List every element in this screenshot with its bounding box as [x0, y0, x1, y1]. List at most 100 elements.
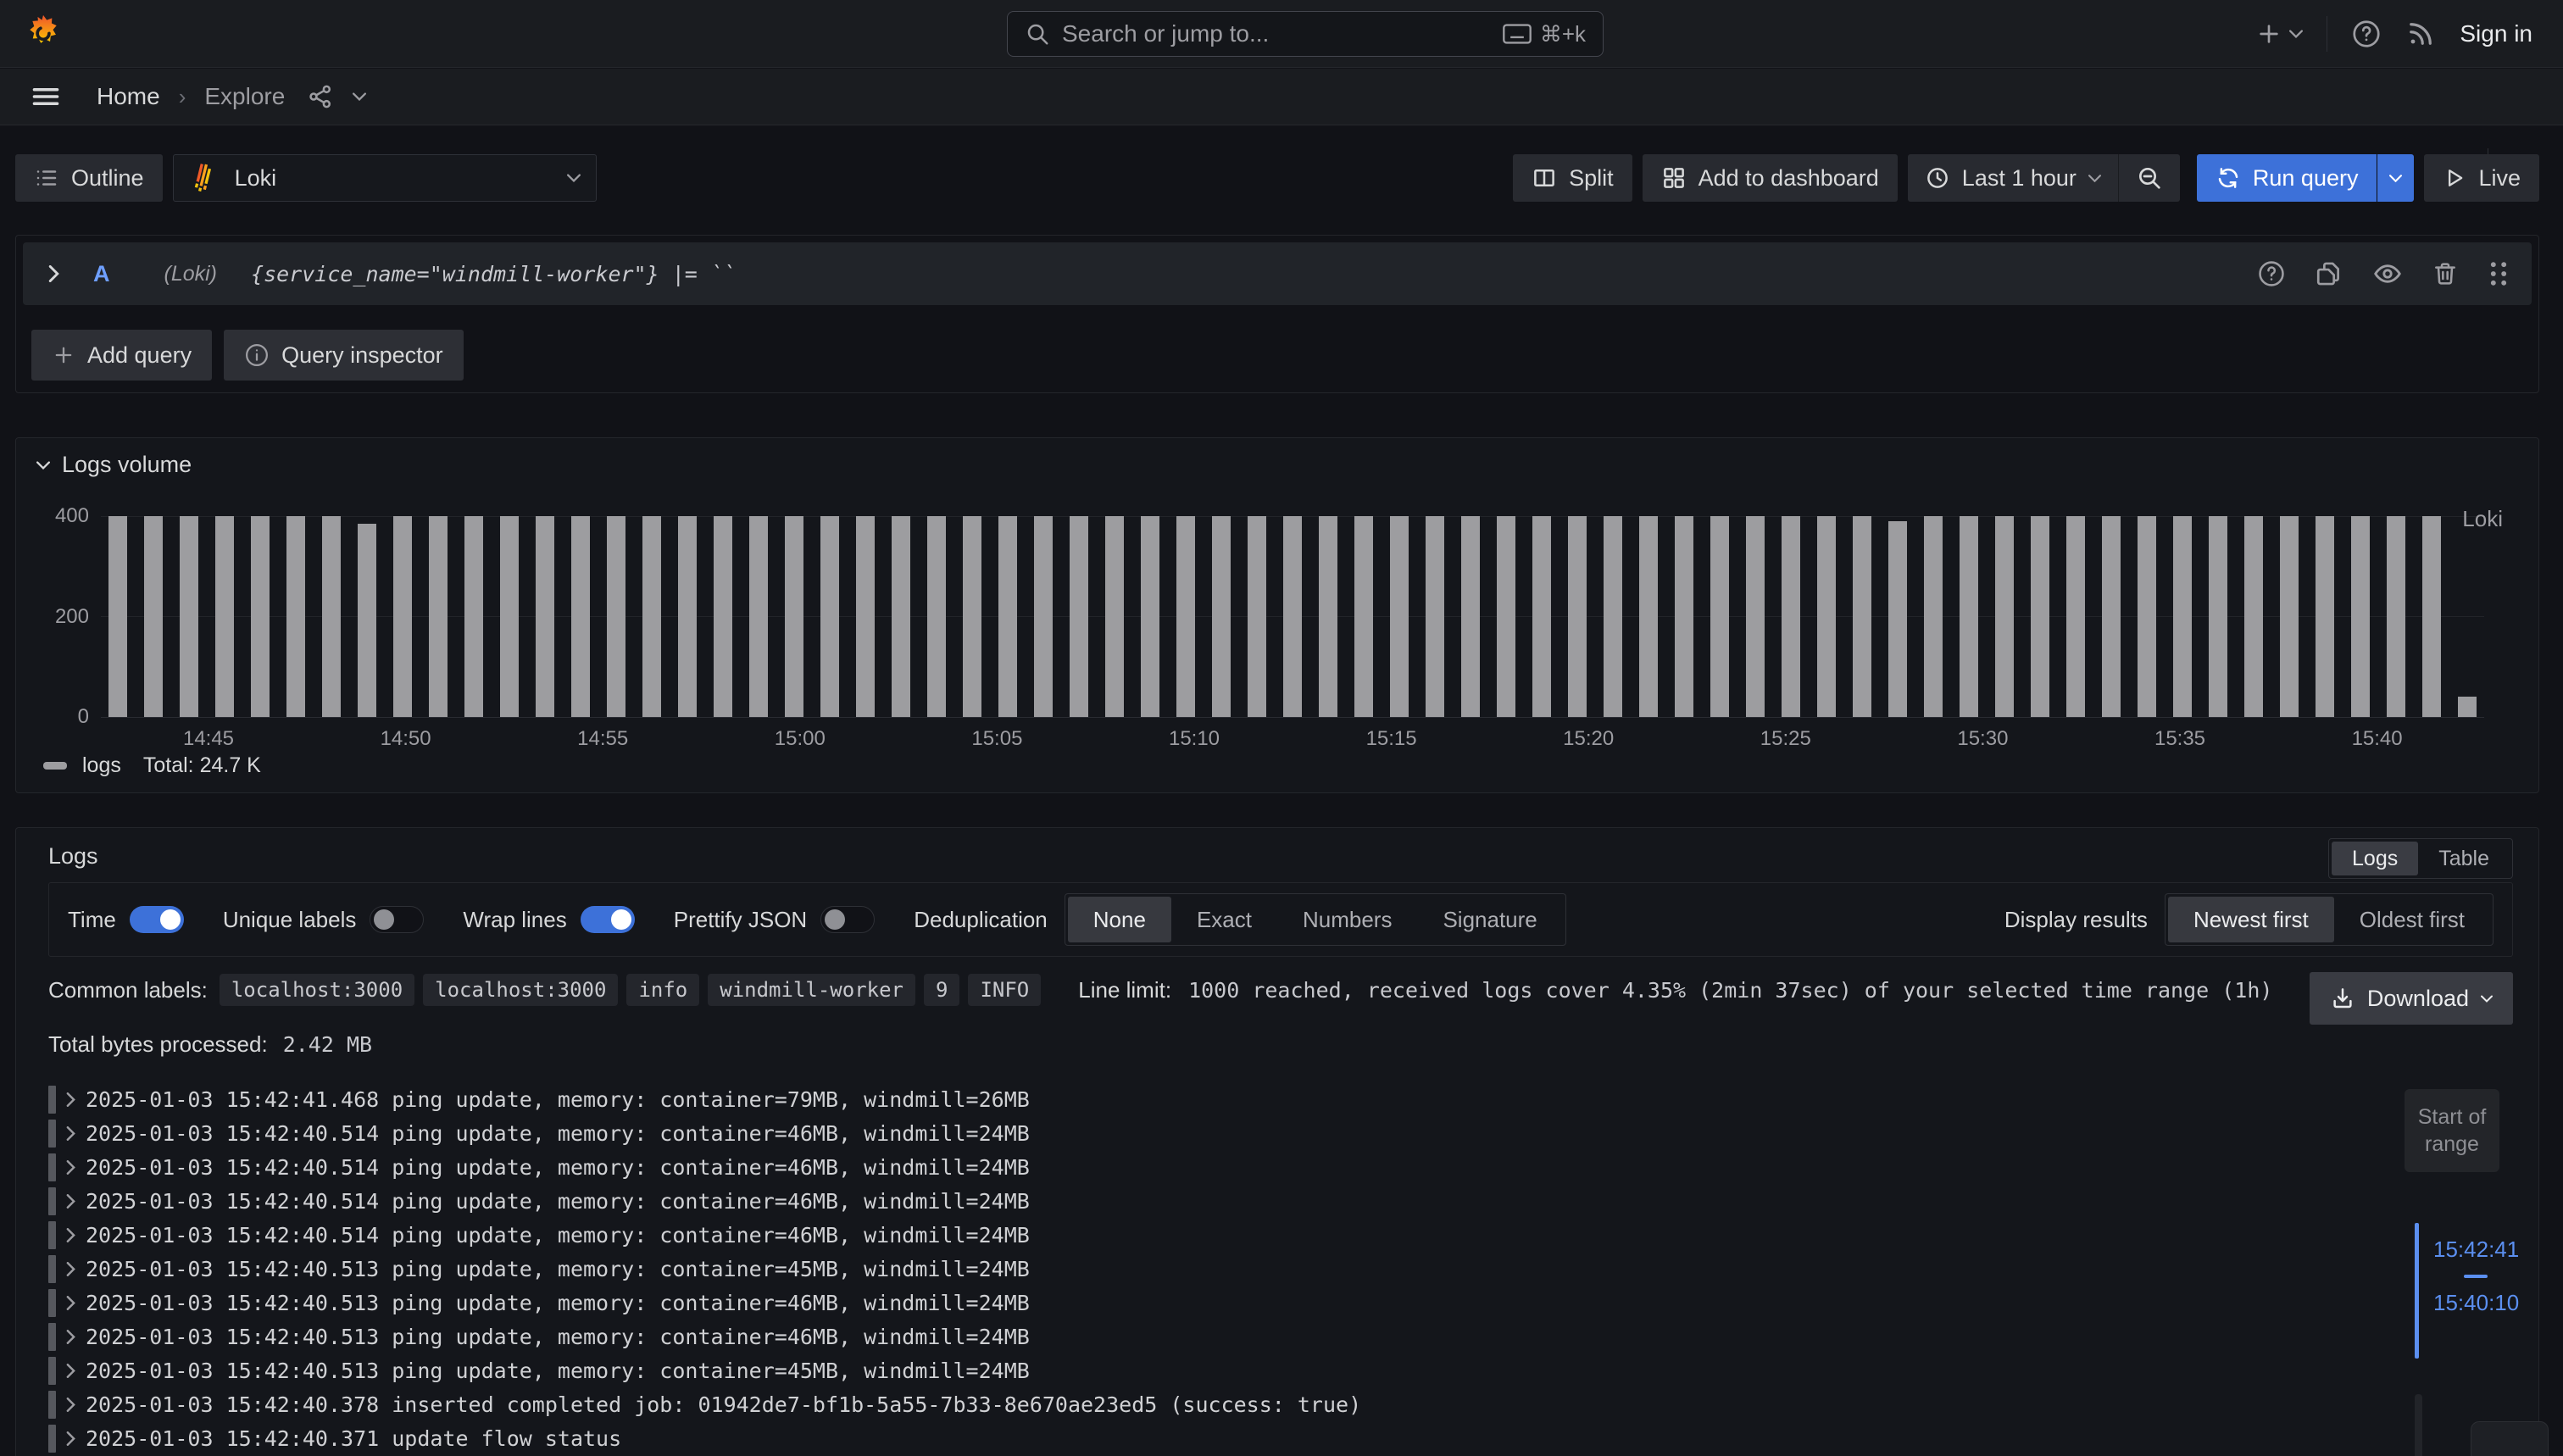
share-icon[interactable]: [307, 83, 334, 110]
search-box[interactable]: ⌘+k: [1007, 11, 1604, 57]
log-row[interactable]: 2025-01-03 15:42:40.514 ping update, mem…: [48, 1116, 2369, 1150]
log-level-bar: [48, 1255, 56, 1283]
view-option-logs[interactable]: Logs: [2332, 842, 2418, 875]
outline-list-icon: [34, 165, 59, 191]
search-input[interactable]: [1062, 20, 1491, 47]
chevron-down-icon[interactable]: [353, 92, 366, 101]
toggle-switch[interactable]: [820, 906, 875, 933]
time-range-controls: Last 1 hour: [1908, 154, 2180, 202]
expand-log-chevron-right-icon[interactable]: [66, 1092, 75, 1107]
log-row[interactable]: 2025-01-03 15:42:40.513 ping update, mem…: [48, 1252, 2369, 1286]
toggle-switch[interactable]: [130, 906, 184, 933]
search-icon: [1025, 21, 1050, 47]
logs-volume-collapse-header[interactable]: Logs volume: [36, 452, 192, 478]
copy-query-icon[interactable]: [2315, 259, 2343, 288]
run-query-split-button: Run query: [2197, 154, 2415, 202]
expand-log-chevron-right-icon[interactable]: [66, 1431, 75, 1446]
live-button[interactable]: Live: [2424, 154, 2539, 202]
common-label-chip: windmill-worker: [708, 974, 915, 1006]
expand-log-chevron-right-icon[interactable]: [66, 1160, 75, 1175]
end-of-range-button-partial[interactable]: [2471, 1421, 2549, 1456]
expand-query-chevron-right-icon[interactable]: [48, 265, 59, 282]
dedup-option-signature[interactable]: Signature: [1417, 897, 1562, 942]
logs-volume-title: Logs volume: [62, 452, 192, 478]
news-rss-button[interactable]: [2405, 19, 2436, 49]
volume-bar: [2209, 516, 2227, 717]
expand-log-chevron-right-icon[interactable]: [66, 1194, 75, 1209]
breadcrumb-home[interactable]: Home: [97, 83, 160, 110]
start-of-range-button[interactable]: Start of range: [2405, 1089, 2499, 1172]
download-button[interactable]: Download: [2310, 972, 2513, 1025]
dedup-option-none[interactable]: None: [1068, 897, 1171, 942]
log-row[interactable]: 2025-01-03 15:42:40.371 update flow stat…: [48, 1421, 2369, 1455]
delete-query-trash-icon[interactable]: [2432, 260, 2459, 287]
query-expression[interactable]: {service_name="windmill-worker"} |= ``: [251, 262, 736, 286]
volume-bar: [108, 516, 127, 717]
expand-log-chevron-right-icon[interactable]: [66, 1228, 75, 1242]
expand-log-chevron-right-icon[interactable]: [66, 1364, 75, 1378]
log-row[interactable]: 2025-01-03 15:42:40.514 ping update, mem…: [48, 1150, 2369, 1184]
expand-log-chevron-right-icon[interactable]: [66, 1126, 75, 1141]
split-button[interactable]: Split: [1513, 154, 1632, 202]
menu-toggle-button[interactable]: [31, 81, 61, 112]
expand-log-chevron-right-icon[interactable]: [66, 1398, 75, 1412]
log-row[interactable]: 2025-01-03 15:42:40.513 ping update, mem…: [48, 1320, 2369, 1353]
log-line-text: 2025-01-03 15:42:40.371 update flow stat…: [86, 1426, 621, 1451]
volume-bar: [2280, 516, 2299, 717]
log-row[interactable]: 2025-01-03 15:42:40.378 inserted complet…: [48, 1387, 2369, 1421]
query-inspector-button[interactable]: Query inspector: [224, 330, 464, 381]
volume-bar: [1746, 516, 1765, 717]
time-range-picker[interactable]: Last 1 hour: [1908, 154, 2118, 202]
display-option-newest-first[interactable]: Newest first: [2168, 897, 2334, 942]
logs-volume-plot: [101, 516, 2484, 717]
search-shortcut: ⌘+k: [1540, 21, 1586, 47]
view-option-table[interactable]: Table: [2418, 842, 2510, 875]
x-tick-label: 15:30: [1923, 727, 2042, 751]
toggle-switch[interactable]: [370, 906, 424, 933]
breadcrumb-explore[interactable]: Explore: [204, 83, 285, 110]
x-tick-label: 15:25: [1726, 727, 1845, 751]
dedup-option-exact[interactable]: Exact: [1171, 897, 1277, 942]
log-row[interactable]: 2025-01-03 15:42:41.468 ping update, mem…: [48, 1082, 2369, 1116]
log-row[interactable]: 2025-01-03 15:42:40.514 ping update, mem…: [48, 1218, 2369, 1252]
log-row[interactable]: 2025-01-03 15:42:40.514 ping update, mem…: [48, 1184, 2369, 1218]
x-axis-line: [101, 717, 2484, 718]
outline-button[interactable]: Outline: [15, 154, 163, 202]
add-query-button[interactable]: Add query: [31, 330, 212, 381]
logs-table-view-toggle: LogsTable: [2328, 838, 2513, 879]
sign-in-button[interactable]: Sign in: [2460, 20, 2532, 47]
volume-bar: [1034, 516, 1053, 717]
toggle-label: Wrap lines: [463, 907, 566, 933]
add-to-dashboard-button[interactable]: Add to dashboard: [1643, 154, 1898, 202]
log-row[interactable]: 2025-01-03 15:42:40.513 ping update, mem…: [48, 1286, 2369, 1320]
grafana-logo-icon[interactable]: [24, 14, 63, 53]
expand-log-chevron-right-icon[interactable]: [66, 1262, 75, 1276]
new-menu-button[interactable]: [2255, 20, 2303, 47]
log-row[interactable]: 2025-01-03 15:42:40.513 ping update, mem…: [48, 1353, 2369, 1387]
dedup-option-numbers[interactable]: Numbers: [1277, 897, 1417, 942]
log-line-text: 2025-01-03 15:42:40.513 ping update, mem…: [86, 1359, 1030, 1383]
query-help-icon[interactable]: [2257, 259, 2286, 288]
volume-bar: [607, 516, 625, 717]
run-query-button[interactable]: Run query: [2197, 154, 2377, 202]
drag-handle-grip-icon[interactable]: [2488, 259, 2510, 288]
log-level-bar: [48, 1357, 56, 1385]
run-query-options-caret[interactable]: [2377, 154, 2414, 202]
toggle-visibility-eye-icon[interactable]: [2372, 258, 2403, 289]
display-option-oldest-first[interactable]: Oldest first: [2334, 897, 2490, 942]
help-button[interactable]: [2351, 19, 2382, 49]
chevron-down-icon: [36, 461, 50, 470]
datasource-picker[interactable]: Loki: [173, 154, 597, 202]
display-results-control: Display results Newest firstOldest first: [2004, 893, 2494, 946]
volume-bar: [998, 516, 1017, 717]
expand-log-chevron-right-icon[interactable]: [66, 1296, 75, 1310]
legend-series-name[interactable]: logs: [82, 753, 121, 778]
toggle-switch[interactable]: [581, 906, 635, 933]
zoom-out-time-button[interactable]: [2119, 154, 2180, 202]
scroll-indicator[interactable]: [2415, 1394, 2422, 1456]
volume-bar: [1960, 516, 1978, 717]
expand-log-chevron-right-icon[interactable]: [66, 1330, 75, 1344]
volume-bar: [2031, 516, 2049, 717]
volume-bar: [2351, 516, 2370, 717]
range-from-time: 15:42:41: [2433, 1236, 2535, 1263]
